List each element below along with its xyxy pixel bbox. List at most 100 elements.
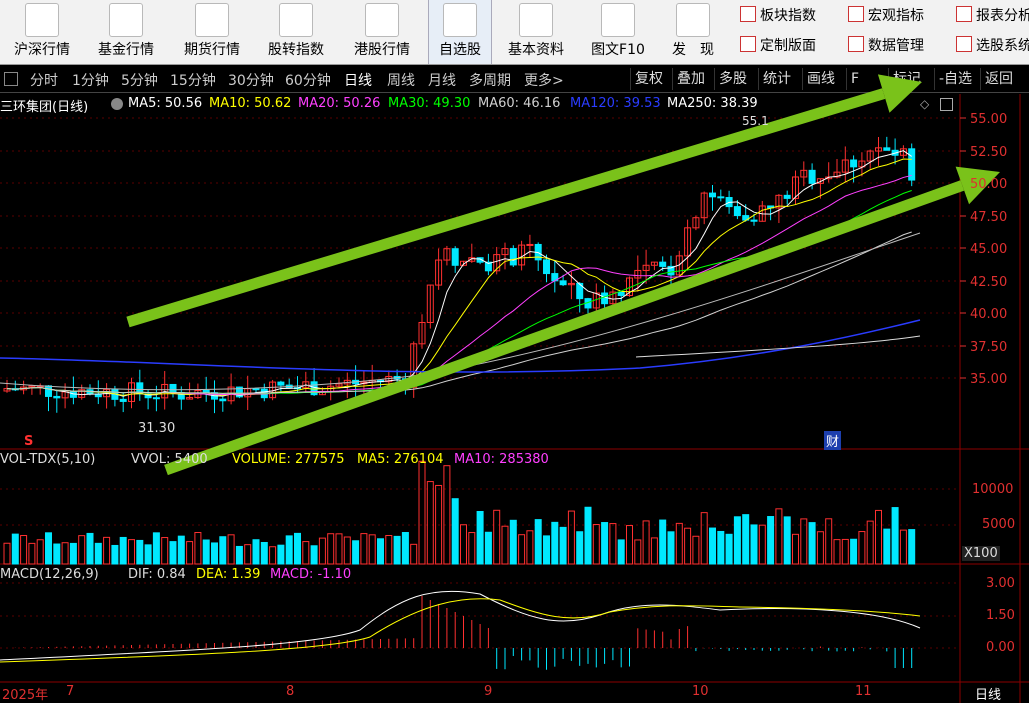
volume-bar (584, 506, 592, 565)
volume-bar (875, 509, 882, 565)
volume-bar (385, 535, 393, 565)
high-price-label: 55.1 (742, 114, 769, 128)
candle-body (750, 219, 758, 222)
volume-bar (343, 536, 351, 565)
volume-bar (617, 539, 625, 565)
price-axis-label: 35.00 (970, 372, 1008, 387)
finance-marker[interactable]: 财 (824, 431, 842, 450)
volume-bar (302, 541, 310, 565)
volume-bar (194, 532, 202, 565)
volume-bar (36, 539, 44, 565)
volume-bar (858, 531, 866, 565)
date-axis-label: 8 (286, 684, 295, 699)
candle-body (883, 147, 891, 151)
dropdown-icon[interactable] (111, 98, 123, 110)
volume-bar (119, 536, 127, 565)
volume-bar (161, 537, 169, 565)
volume-bar (783, 516, 791, 565)
volume-bar (377, 538, 384, 565)
volume-bar (675, 522, 683, 565)
volume-bar (45, 532, 52, 565)
macd-axis-label: 0.00 (986, 640, 1015, 655)
volume-bar (78, 535, 86, 565)
volume-bar (227, 534, 235, 565)
volume-bar (443, 465, 451, 565)
volume-bar (111, 544, 119, 565)
candle-body (451, 248, 459, 266)
s-marker[interactable]: S (24, 434, 33, 449)
candle-body (69, 391, 77, 398)
volume-bar (368, 534, 376, 565)
vol-ma5-label: MA5: 276104 (357, 452, 444, 467)
date-axis-label: 9 (484, 684, 493, 699)
volume-bar (908, 529, 916, 565)
volume-bar (468, 532, 476, 565)
date-axis-label: 7 (66, 684, 75, 699)
volume-bar (725, 533, 733, 565)
volume-bar (136, 539, 144, 565)
dif-label: DIF: 0.84 (128, 567, 186, 582)
stock-title: 三环集团(日线) (0, 100, 89, 115)
candle-body (709, 192, 716, 198)
volume-bar (592, 524, 600, 565)
volume-bar (327, 533, 335, 565)
diamond-icon[interactable]: ◇ (920, 97, 929, 111)
macd-title: MACD(12,26,9) (0, 567, 99, 582)
macd-axis-label: 1.50 (986, 608, 1015, 623)
candle-body (717, 196, 725, 199)
candle-body (219, 398, 227, 402)
volume-bar (128, 539, 135, 565)
volume-bar (426, 481, 434, 565)
candle-body (53, 395, 61, 399)
candle-body (733, 206, 741, 217)
price-axis-label: 42.50 (970, 275, 1008, 290)
volume-bar (335, 533, 343, 565)
volume-bar (202, 539, 210, 565)
window-toggle-icon[interactable] (940, 98, 953, 111)
volume-axis-label: 10000 (972, 482, 1014, 497)
volume-bar (700, 512, 708, 565)
volume-bar (186, 541, 194, 565)
volume-bar (69, 542, 77, 565)
price-axis-label: 40.00 (970, 307, 1008, 322)
volume-bar (252, 539, 260, 565)
price-axis-label: 45.00 (970, 242, 1008, 257)
volume-bar (86, 532, 94, 565)
volume-bar (634, 539, 642, 565)
volume-bar (501, 525, 509, 565)
volume-bar (567, 510, 575, 565)
ma20-label: MA20: 50.26 (298, 96, 381, 111)
volume-bar (883, 528, 891, 565)
volume-bar (899, 529, 907, 565)
candle-body (152, 397, 160, 400)
ma5-label: MA5: 50.56 (128, 96, 203, 111)
volume-bar (841, 538, 849, 565)
candle-body (808, 169, 816, 184)
volume-bar (53, 543, 61, 565)
volume-bar (451, 498, 459, 565)
ma30-label: MA30: 49.30 (388, 96, 471, 111)
candle-body (783, 194, 791, 199)
volume-bar (642, 520, 650, 565)
date-axis-label: 11 (855, 684, 872, 699)
volume-bar (61, 542, 69, 565)
candle-body (252, 388, 260, 391)
volume-bar (493, 509, 501, 565)
volume-bar (800, 518, 808, 565)
volume-bar (260, 541, 268, 565)
dea-label: DEA: 1.39 (196, 567, 261, 582)
price-axis-label: 52.50 (970, 145, 1008, 160)
volume-bar (518, 534, 526, 565)
volume-bar (825, 518, 833, 565)
price-axis-label: 47.50 (970, 210, 1008, 225)
date-axis-label: 2025年 (2, 688, 49, 703)
low-price-label: 31.30 (138, 421, 176, 436)
volume-bar (559, 526, 567, 565)
candle-body (526, 243, 534, 246)
volume-bar (244, 544, 252, 565)
price-axis-label: 55.00 (970, 112, 1008, 127)
volume-title: VOL-TDX(5,10) (0, 452, 96, 467)
price-axis-label: 50.00 (970, 177, 1008, 192)
volume-label: VOLUME: 277575 (232, 452, 345, 467)
volume-bar (534, 519, 542, 565)
